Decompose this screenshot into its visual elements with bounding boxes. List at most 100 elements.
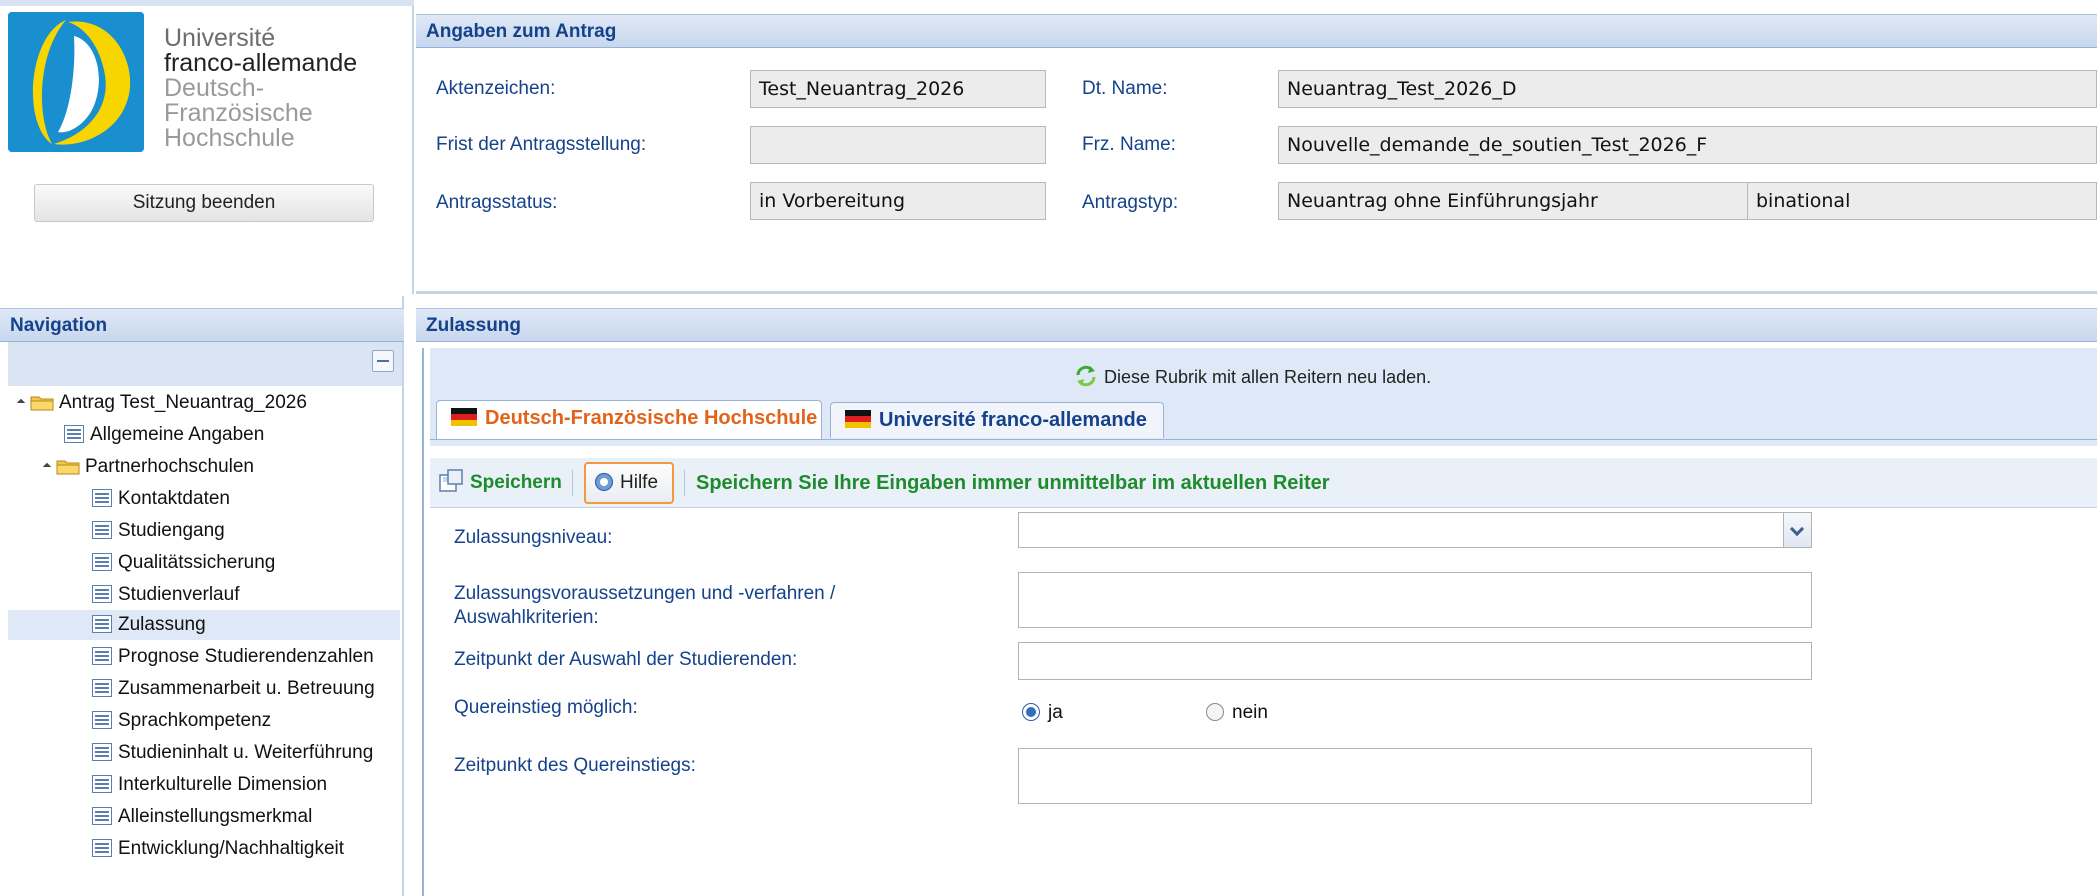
tree-item-entwicklung[interactable]: Entwicklung/Nachhaltigkeit [92,834,344,864]
dt-name-field: Neuantrag_Test_2026_D [1278,70,2097,108]
antragsstatus-label: Antragsstatus: [436,192,558,213]
tree-item-qualitaetssicherung[interactable]: Qualitätssicherung [92,548,275,578]
folder-icon [30,396,54,411]
folder-icon [56,460,80,475]
tree-item-label: Qualitätssicherung [118,552,276,573]
zeitpunkt-quereinstieg-textarea[interactable] [1018,748,1812,804]
save-label: Speichern [470,472,562,493]
logo-area: Université franco-allemande Deutsch-Fran… [0,0,414,294]
tab-label: Deutsch-Französische Hochschule [485,407,818,429]
frist-field [750,126,1046,164]
radio-checked-icon [1022,703,1040,721]
form-icon [92,585,112,603]
logo-wordmark: Université franco-allemande Deutsch-Fran… [164,26,412,151]
tree-item-label: Prognose Studierendenzahlen [118,646,374,667]
quereinstieg-radio-ja[interactable]: ja [1022,700,1063,726]
tree-root-antrag[interactable]: Antrag Test_Neuantrag_2026 [16,388,307,418]
collapse-all-button[interactable] [372,350,394,372]
action-bar: Speichern Hilfe Speichern Sie Ihre Einga… [430,458,2097,508]
tree-folder-label: Partnerhochschulen [85,456,254,477]
tab-strip [430,439,2097,446]
tree-item-label: Zusammenarbeit u. Betreuung [118,678,375,699]
chevron-down-icon[interactable] [1783,513,1811,547]
zulassung-panel: Zulassung Diese Rubrik mit allen Reitern… [416,296,2097,896]
zeitpunkt-auswahl-field[interactable] [1018,642,1812,680]
help-label: Hilfe [620,472,659,493]
expand-arrow-icon [16,398,26,408]
antragstyp-label: Antragstyp: [1082,192,1179,213]
tree-item-label: Kontaktdaten [118,488,230,509]
tree-item-label: Entwicklung/Nachhaltigkeit [118,838,345,859]
tree-item-studieninhalt[interactable]: Studieninhalt u. Weiterführung [92,738,373,768]
voraussetzungen-label: Zulassungsvoraussetzungen und -verfahren… [454,582,835,630]
tree-item-kontaktdaten[interactable]: Kontaktdaten [92,484,230,514]
tree-folder-partnerhochschulen[interactable]: Partnerhochschulen [42,452,254,482]
help-button[interactable]: Hilfe [584,462,674,504]
tree-item-studiengang[interactable]: Studiengang [92,516,225,546]
frz-name-field: Nouvelle_demande_de_soutien_Test_2026_F [1278,126,2097,164]
save-icon [439,469,463,492]
tree-item-label: Studienverlauf [118,584,240,605]
tree-item-label: Studieninhalt u. Weiterführung [118,742,374,763]
german-flag-icon [845,410,871,428]
zulassungsniveau-label: Zulassungsniveau: [454,527,613,548]
logout-button[interactable]: Sitzung beenden [34,184,374,222]
quereinstieg-radio-nein[interactable]: nein [1206,700,1268,726]
radio-unchecked-icon [1206,703,1224,721]
tab-universite-franco-allemande[interactable]: Université franco-allemande [830,402,1164,438]
tree-item-label: Alleinstellungsmerkmal [118,806,313,827]
tree-item-interkulturelle-dimension[interactable]: Interkulturelle Dimension [92,770,327,800]
navigation-header: Navigation [0,308,404,342]
logo-line-4: Hochschule [164,124,295,152]
antragsstatus-field: in Vorbereitung [750,182,1046,220]
frz-name-label: Frz. Name: [1082,134,1176,155]
tree-item-label: Interkulturelle Dimension [118,774,328,795]
form-icon [92,743,112,761]
tree-item-zulassung[interactable]: Zulassung [8,610,400,640]
tree-item-studienverlauf[interactable]: Studienverlauf [92,580,239,610]
voraussetzungen-label-line-2: Auswahlkriterien: [454,607,599,628]
tree-item-label: Allgemeine Angaben [90,424,265,445]
expand-arrow-icon [42,462,52,472]
zulassungsniveau-select[interactable] [1018,512,1812,548]
frist-label: Frist der Antragsstellung: [436,134,647,155]
form-icon [92,807,112,825]
tree-item-sprachkompetenz[interactable]: Sprachkompetenz [92,706,271,736]
ufa-logo-icon [8,12,144,152]
form-icon [92,839,112,857]
reload-bar: Diese Rubrik mit allen Reitern neu laden… [430,348,2097,446]
form-icon [92,489,112,507]
dt-name-label: Dt. Name: [1082,78,1168,99]
tree-item-alleinstellungsmerkmal[interactable]: Alleinstellungsmerkmal [92,802,312,832]
zulassung-content: Diese Rubrik mit allen Reitern neu laden… [422,348,2097,896]
top-strip [0,0,414,6]
aktenzeichen-field: Test_Neuantrag_2026 [750,70,1046,108]
zeitpunkt-auswahl-label: Zeitpunkt der Auswahl der Studierenden: [454,649,798,670]
tab-label: Université franco-allemande [879,409,1147,431]
tree-item-allgemeine-angaben[interactable]: Allgemeine Angaben [64,420,264,450]
form-icon [92,647,112,665]
form-icon [92,615,112,633]
logo-line-2: franco-allemande [164,49,358,77]
toolbar-separator [684,470,685,496]
antragstyp-field: Neuantrag ohne Einführungsjahr [1278,182,1748,220]
form-icon [92,521,112,539]
german-flag-icon [451,408,477,426]
save-button[interactable]: Speichern [438,466,562,500]
tree-item-label: Zulassung [118,614,206,635]
form-icon [92,775,112,793]
reload-text: Diese Rubrik mit allen Reitern neu laden… [1104,367,1432,387]
antragstyp-field-2: binational [1747,182,2097,220]
form-icon [92,553,112,571]
tree-item-zusammenarbeit[interactable]: Zusammenarbeit u. Betreuung [92,674,375,704]
aktenzeichen-label: Aktenzeichen: [436,78,556,99]
tree-item-prognose[interactable]: Prognose Studierendenzahlen [92,642,374,672]
voraussetzungen-textarea[interactable] [1018,572,1812,628]
help-icon [594,472,614,492]
quereinstieg-label: Quereinstieg möglich: [454,697,638,718]
tab-deutsch-franzoesische-hochschule[interactable]: Deutsch-Französische Hochschule [436,400,822,440]
reload-link[interactable]: Diese Rubrik mit allen Reitern neu laden… [1074,364,1431,390]
tree-item-label: Sprachkompetenz [118,710,272,731]
tree-item-label: Studiengang [118,520,225,541]
antrag-panel-header: Angaben zum Antrag [416,14,2097,48]
